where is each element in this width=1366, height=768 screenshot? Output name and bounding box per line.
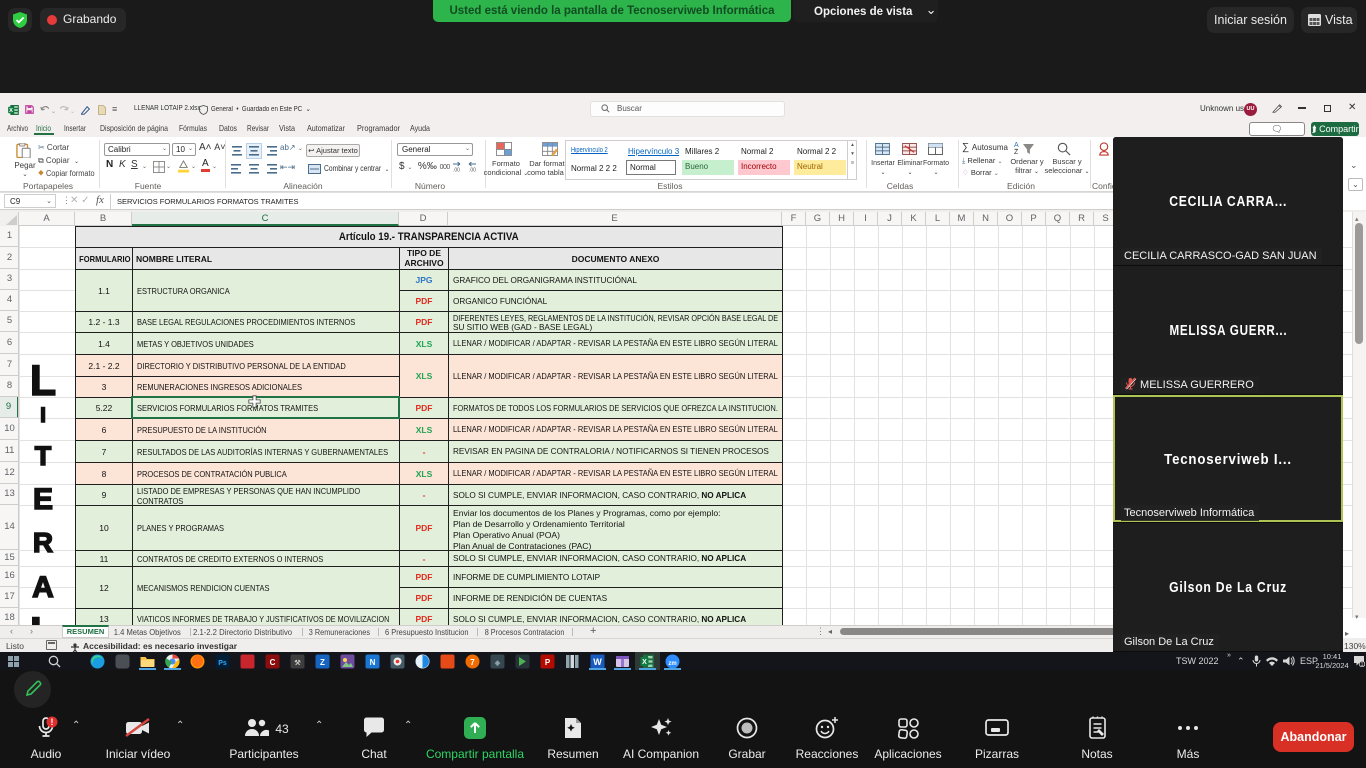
svg-text:1: 1 [1361, 662, 1364, 667]
svg-text:◈: ◈ [494, 660, 501, 667]
svg-text:C: C [270, 658, 276, 667]
svg-text:Z: Z [320, 658, 325, 667]
svg-text:X: X [9, 108, 13, 114]
svg-text:W: W [593, 657, 602, 667]
svg-text:N: N [370, 658, 376, 667]
svg-text:Ps: Ps [218, 660, 227, 667]
svg-text:⚒: ⚒ [294, 659, 301, 667]
svg-text:!: ! [51, 717, 54, 727]
svg-text:.00: .00 [469, 168, 476, 173]
svg-text:P: P [545, 658, 551, 667]
svg-text:.00: .00 [453, 168, 460, 173]
svg-text:X: X [642, 659, 647, 666]
svg-text:7: 7 [470, 658, 475, 667]
svg-text:zm: zm [668, 661, 676, 667]
